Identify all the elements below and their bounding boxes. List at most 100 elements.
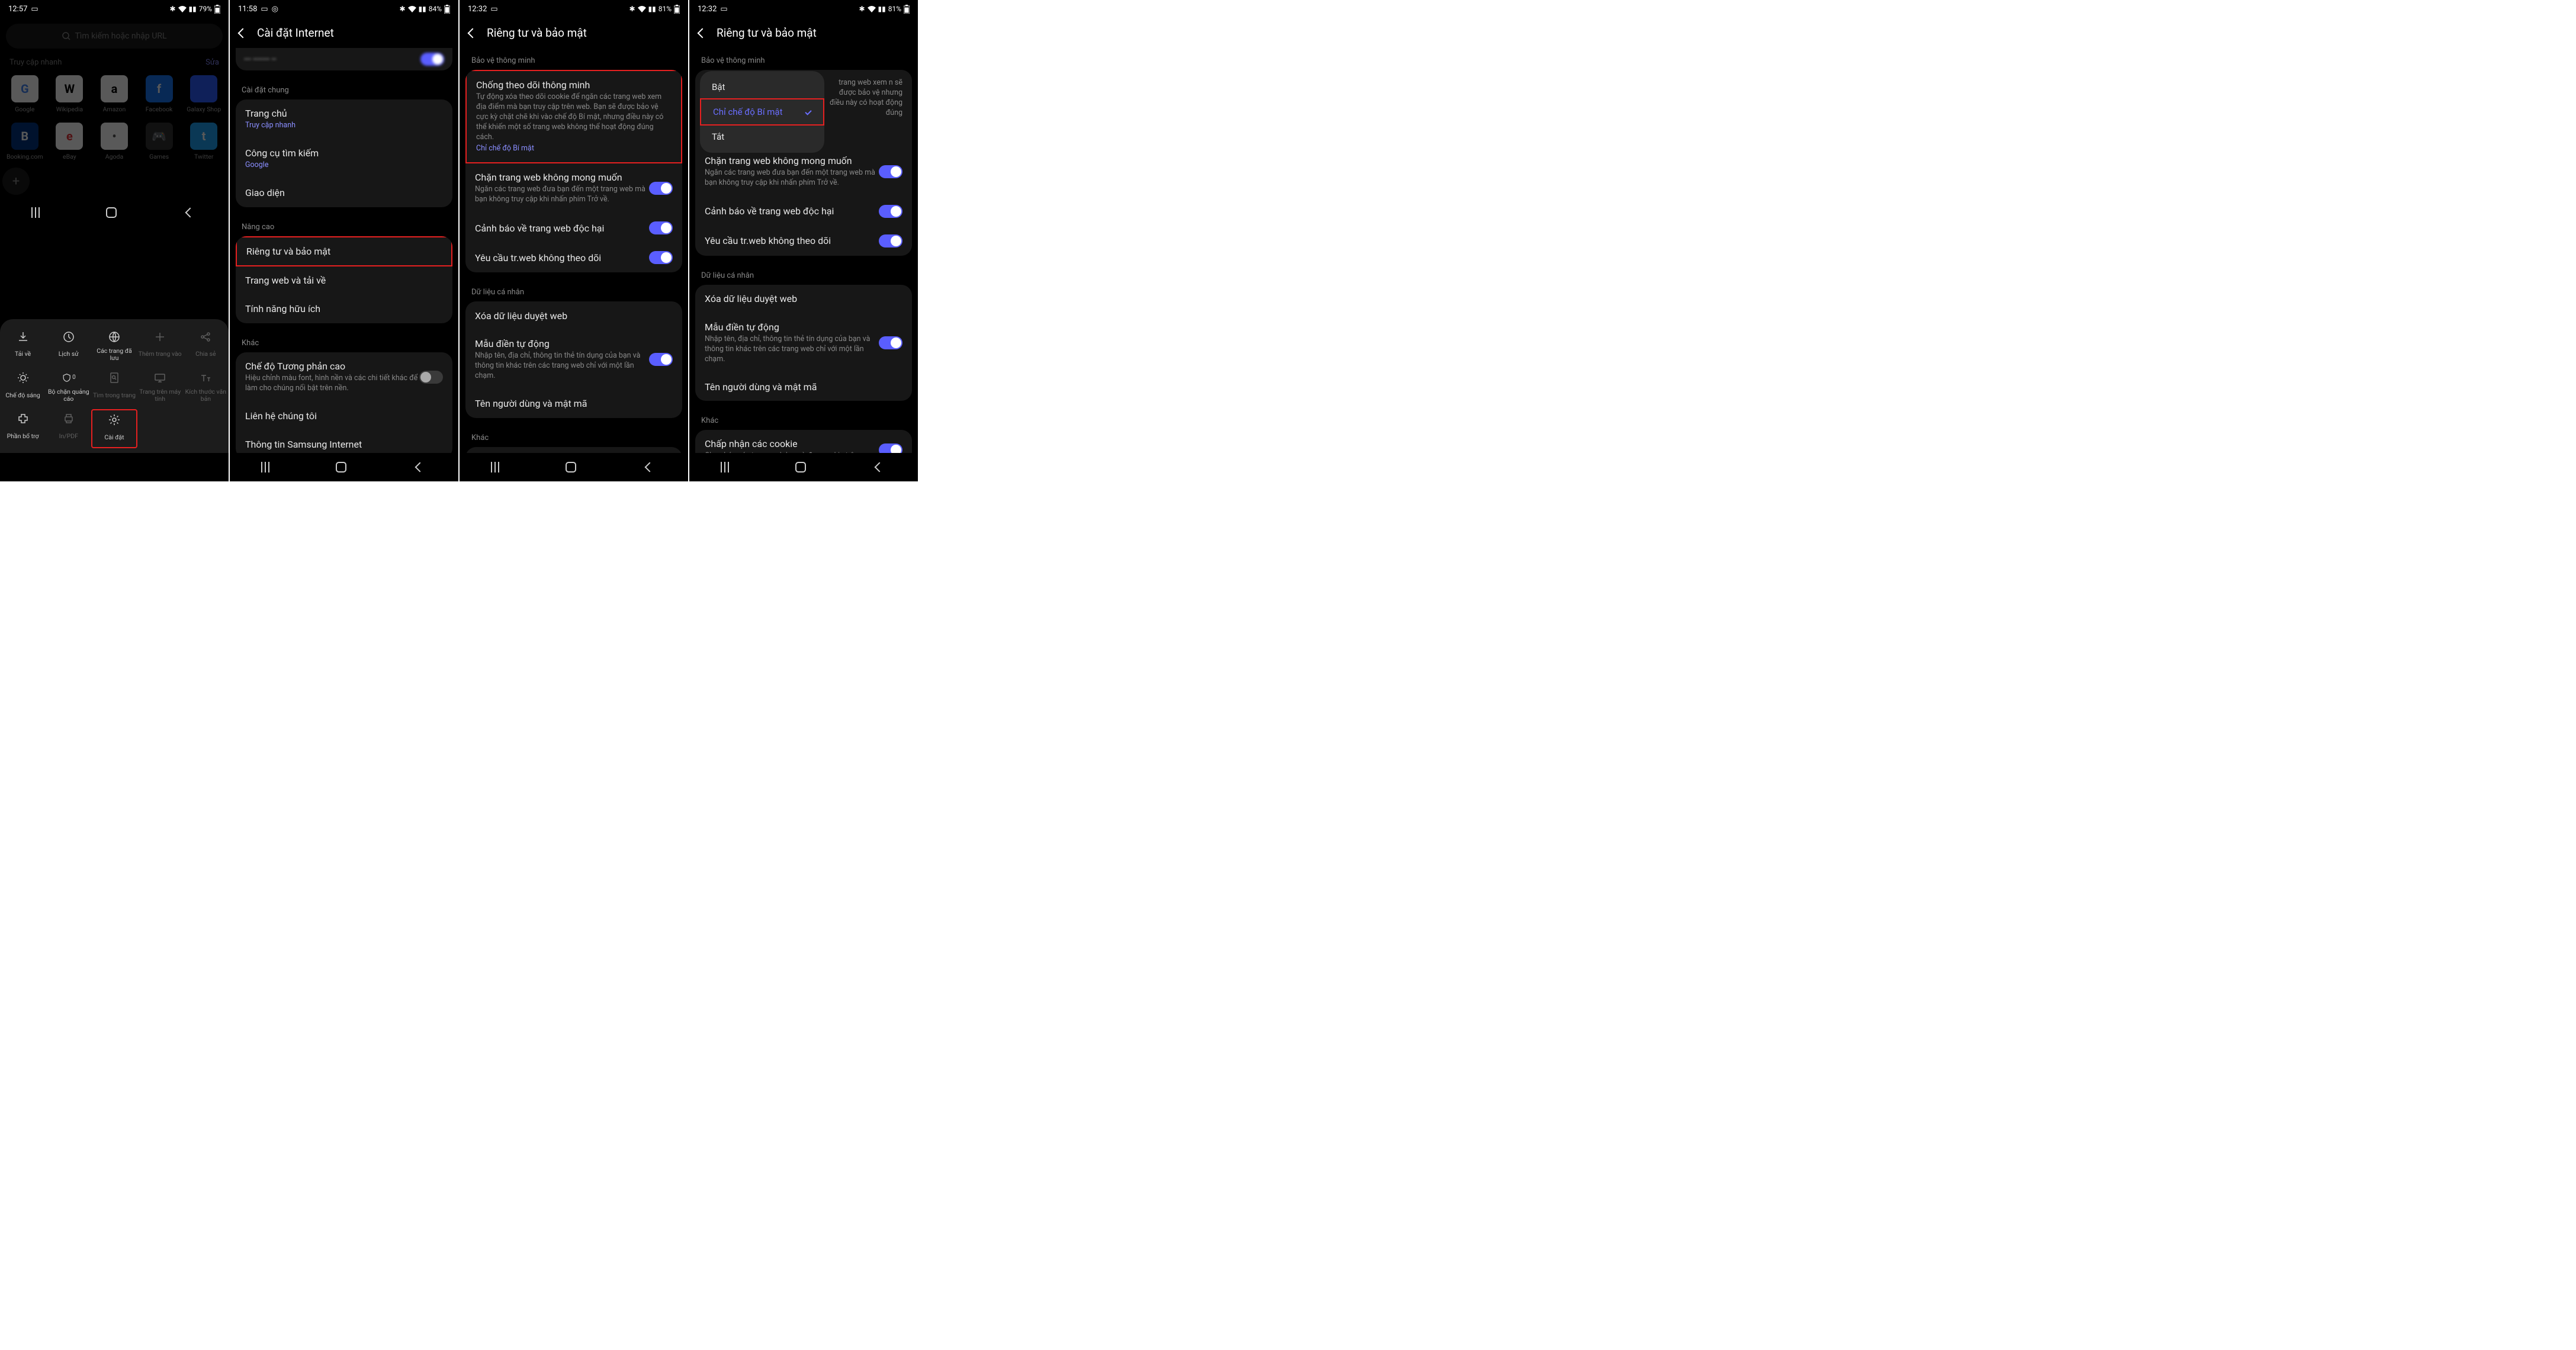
- battery-icon: [214, 5, 220, 14]
- nav-home[interactable]: [795, 462, 806, 472]
- nav-recents[interactable]: [265, 462, 266, 472]
- bluetooth-icon: ✱: [859, 5, 865, 13]
- item-subtitle: Hiệu chỉnh màu font, hình nền và các chi…: [245, 374, 419, 394]
- settings-item[interactable]: Thông tin Samsung Internet: [236, 430, 452, 454]
- edit-link[interactable]: Sửa: [205, 58, 219, 67]
- qa-item-games[interactable]: 🎮 Games: [137, 119, 182, 164]
- url-bar[interactable]: Tìm kiếm hoặc nhập URL: [6, 24, 223, 49]
- qa-item-google[interactable]: G Google: [2, 72, 47, 117]
- popup-option-off[interactable]: Tắt: [700, 124, 824, 149]
- item-do-not-track[interactable]: Yêu cầu tr.web không theo dõi: [695, 226, 912, 256]
- settings-item[interactable]: Liên hệ chúng tôi: [236, 402, 452, 430]
- menu-label: Các trang đã lưu: [92, 348, 136, 362]
- item-warn-malicious[interactable]: Cảnh báo về trang web độc hại: [695, 197, 912, 226]
- popup-option-secret[interactable]: Chỉ chế độ Bí mật: [700, 98, 824, 126]
- desktop-site-icon: [153, 371, 167, 385]
- menu-download[interactable]: Tải về: [0, 330, 46, 362]
- item-clear-data[interactable]: Xóa dữ liệu duyệt web: [695, 285, 912, 313]
- nav-back[interactable]: [415, 462, 425, 472]
- menu-ad-blocker[interactable]: 0 Bộ chặn quảng cáo: [46, 371, 91, 403]
- back-button[interactable]: [238, 28, 248, 38]
- screen-internet-settings: 11:58 ▭ ◎ ✱ ▮▮ 84% Cài đặt Internet ••• …: [230, 0, 458, 481]
- qa-item-facebook[interactable]: f Facebook: [137, 72, 182, 117]
- qa-item-twitter[interactable]: t Twitter: [181, 119, 226, 164]
- nav-recents[interactable]: [35, 207, 36, 218]
- menu-saved-pages[interactable]: Các trang đã lưu: [91, 330, 137, 362]
- status-bar: 12:32 ▭ ✱ ▮▮ 81%: [689, 0, 918, 18]
- popup-option-on[interactable]: Bật: [700, 75, 824, 99]
- toggle-warn-malicious[interactable]: [649, 221, 673, 234]
- menu-settings[interactable]: Cài đặt: [91, 409, 137, 448]
- nav-recents[interactable]: [724, 462, 725, 472]
- qa-item-wikipedia[interactable]: W Wikipedia: [47, 72, 92, 117]
- item-clear-data[interactable]: Xóa dữ liệu duyệt web: [465, 301, 682, 330]
- item-cookies[interactable]: Chấp nhận các cookie Cho phép các trang …: [695, 430, 912, 453]
- toggle-autofill[interactable]: [649, 353, 673, 366]
- toggle-cookies[interactable]: [879, 443, 902, 453]
- section-other: Khác: [465, 425, 682, 447]
- block-unwanted-sub: Ngăn các trang web đưa bạn đến một trang…: [475, 185, 649, 205]
- toggle-blurred[interactable]: [420, 53, 444, 66]
- qa-icon: B: [11, 123, 38, 150]
- item-block-unwanted[interactable]: Chặn trang web không mong muốn Ngăn các …: [695, 147, 912, 197]
- item-autofill[interactable]: Mẫu điền tự động Nhập tên, địa chỉ, thôn…: [695, 313, 912, 373]
- search-icon: [62, 32, 70, 40]
- settings-item[interactable]: Chế độ Tương phản cao Hiệu chỉnh màu font…: [236, 352, 452, 402]
- item-usernames[interactable]: Tên người dùng và mật mã: [465, 390, 682, 418]
- nav-back[interactable]: [875, 462, 885, 472]
- qa-item-ebay[interactable]: e eBay: [47, 119, 92, 164]
- item-title: Riêng tư và bảo mật: [246, 246, 442, 257]
- nav-recents[interactable]: [494, 462, 496, 472]
- item-block-unwanted[interactable]: Chặn trang web không mong muốn Ngăn các …: [465, 163, 682, 213]
- menu-addons[interactable]: Phần bổ trợ: [0, 412, 46, 446]
- item-smart-tracking[interactable]: Chống theo dõi thông minh Tự động xóa th…: [465, 70, 682, 163]
- history-icon: [62, 330, 76, 344]
- nav-back[interactable]: [645, 462, 655, 472]
- qa-item-galaxyshop[interactable]: Galaxy Shop: [181, 72, 226, 117]
- item-cookies[interactable]: Chấp nhận các cookie Cho phép các trang …: [465, 447, 682, 453]
- usernames-label: Tên người dùng và mật mã: [475, 398, 673, 409]
- nav-back[interactable]: [185, 208, 195, 218]
- qa-item-agoda[interactable]: • Agoda: [92, 119, 137, 164]
- toggle[interactable]: [419, 371, 443, 384]
- warn-malicious-label: Cảnh báo về trang web độc hại: [705, 205, 879, 217]
- settings-item[interactable]: Tính năng hữu ích: [236, 295, 452, 323]
- settings-item[interactable]: Trang web và tải về: [236, 266, 452, 295]
- screen-browser-home: 12:57 ▭ ✱ ▮▮ 79% Tìm kiếm hoặc nhập URL …: [0, 0, 229, 481]
- menu-desktop-site: Trang trên máy tính: [137, 371, 183, 403]
- menu-history[interactable]: Lịch sử: [46, 330, 91, 362]
- item-autofill[interactable]: Mẫu điền tự động Nhập tên, địa chỉ, thôn…: [465, 330, 682, 390]
- menu-label: Phần bổ trợ: [7, 429, 39, 443]
- section-other: Khác: [236, 330, 452, 352]
- toggle-do-not-track[interactable]: [879, 234, 902, 247]
- item-usernames[interactable]: Tên người dùng và mật mã: [695, 372, 912, 401]
- nav-home[interactable]: [106, 207, 117, 218]
- item-warn-malicious[interactable]: Cảnh báo về trang web độc hại: [465, 213, 682, 243]
- nav-home[interactable]: [566, 462, 576, 472]
- menu-label: In/PDF: [59, 429, 78, 443]
- qa-item-amazon[interactable]: a Amazon: [92, 72, 137, 117]
- add-shortcut-button[interactable]: +: [2, 168, 30, 195]
- toggle-autofill[interactable]: [879, 336, 902, 349]
- menu-light-mode[interactable]: Chế độ sáng: [0, 371, 46, 403]
- do-not-track-label: Yêu cầu tr.web không theo dõi: [705, 235, 879, 246]
- toggle-warn-malicious[interactable]: [879, 205, 902, 218]
- item-do-not-track[interactable]: Yêu cầu tr.web không theo dõi: [465, 243, 682, 272]
- item-title: Chế độ Tương phản cao: [245, 361, 419, 372]
- toggle-block-unwanted[interactable]: [649, 182, 673, 195]
- toggle-do-not-track[interactable]: [649, 251, 673, 264]
- settings-item[interactable]: Riêng tư và bảo mật: [236, 236, 452, 266]
- settings-item[interactable]: Công cụ tìm kiếmGoogle: [236, 139, 452, 179]
- back-button[interactable]: [468, 28, 478, 38]
- settings-icon: [107, 413, 121, 427]
- back-button[interactable]: [698, 28, 708, 38]
- browser-dimmed-content: Tìm kiếm hoặc nhập URL Truy cập nhanh Sử…: [0, 18, 229, 198]
- clear-data-label: Xóa dữ liệu duyệt web: [705, 293, 902, 304]
- qa-icon: f: [146, 75, 173, 102]
- nav-bar: [460, 453, 688, 481]
- qa-item-bookingcom[interactable]: B Booking.com: [2, 119, 47, 164]
- nav-home[interactable]: [336, 462, 346, 472]
- settings-item[interactable]: Giao diện: [236, 179, 452, 207]
- toggle-block-unwanted[interactable]: [879, 165, 902, 178]
- settings-item[interactable]: Trang chủTruy cập nhanh: [236, 99, 452, 139]
